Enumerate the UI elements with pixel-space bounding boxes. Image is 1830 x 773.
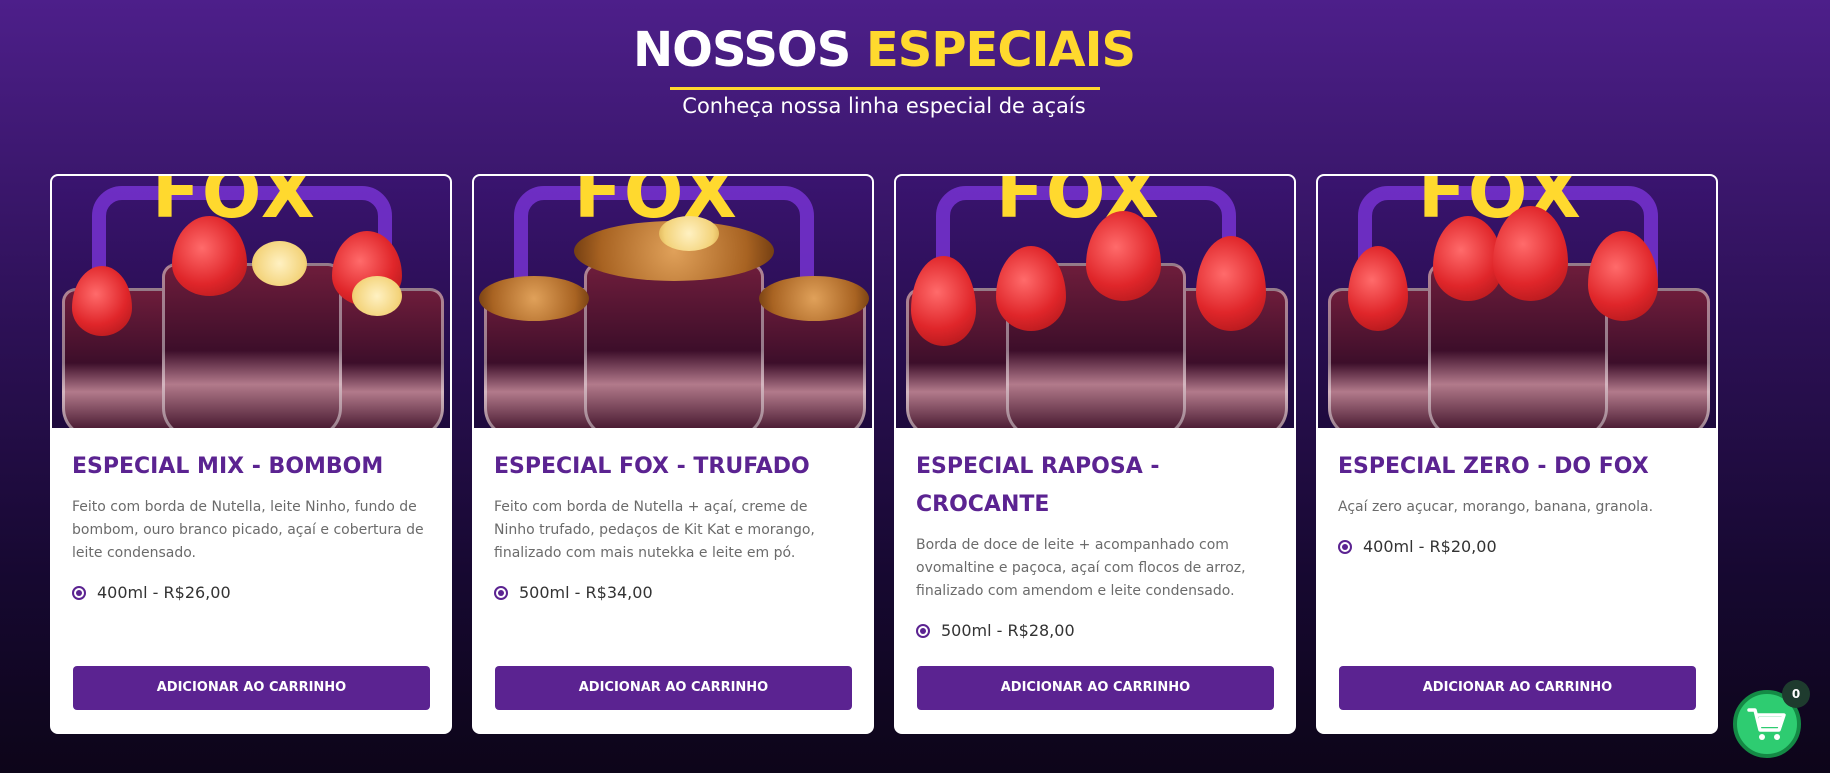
product-card: FOX ESPECIAL ZERO - DO FOX Açaí zero açu… xyxy=(1316,174,1718,734)
radio-selected-icon[interactable] xyxy=(916,623,930,638)
size-option[interactable]: 400ml - R$20,00 xyxy=(1338,537,1696,556)
product-description: Feito com borda de Nutella, leite Ninho,… xyxy=(72,499,424,561)
size-option[interactable]: 400ml - R$26,00 xyxy=(72,583,430,602)
radio-selected-icon[interactable] xyxy=(494,585,508,600)
add-to-cart-button[interactable]: ADICIONAR AO CARRINHO xyxy=(1339,666,1696,710)
banana-slice xyxy=(252,241,307,286)
acai-cup xyxy=(584,263,764,428)
product-title: ESPECIAL ZERO - DO FOX xyxy=(1338,454,1649,479)
product-card: FOX ESPECIAL RAPOSA - CROCANTE Borda de … xyxy=(894,174,1296,734)
size-option[interactable]: 500ml - R$28,00 xyxy=(916,621,1274,640)
product-image: FOX xyxy=(1318,176,1716,428)
product-description: Açaí zero açucar, morango, banana, grano… xyxy=(1338,499,1654,515)
product-card: FOX ESPECIAL MIX - BOMBOM Feito com bord… xyxy=(50,174,452,734)
product-title: ESPECIAL MIX - BOMBOM xyxy=(72,454,384,479)
product-description: Feito com borda de Nutella + açaí, creme… xyxy=(494,499,815,561)
section-title-main: NOSSOS xyxy=(632,22,867,78)
product-image: FOX xyxy=(896,176,1294,428)
title-underline xyxy=(670,87,1100,90)
cart-count-badge: 0 xyxy=(1782,680,1810,708)
size-option-label: 400ml - R$26,00 xyxy=(97,583,231,602)
brand-logo: FOX xyxy=(152,176,317,234)
banana-slice xyxy=(659,216,719,251)
section-title: NOSSOS ESPECIAIS xyxy=(0,22,1768,78)
radio-selected-icon[interactable] xyxy=(1338,539,1352,554)
shopping-cart-icon xyxy=(1747,708,1786,740)
section-subtitle: Conheça nossa linha especial de açaís xyxy=(682,94,1086,118)
product-title: ESPECIAL FOX - TRUFADO xyxy=(494,454,810,479)
granola-topping xyxy=(759,276,869,321)
size-option-label: 500ml - R$28,00 xyxy=(941,621,1075,640)
size-option[interactable]: 500ml - R$34,00 xyxy=(494,583,852,602)
add-to-cart-button[interactable]: ADICIONAR AO CARRINHO xyxy=(495,666,852,710)
size-option-label: 400ml - R$20,00 xyxy=(1363,537,1497,556)
product-description: Borda de doce de leite + acompanhado com… xyxy=(916,537,1246,599)
banana-slice xyxy=(352,276,402,316)
add-to-cart-button[interactable]: ADICIONAR AO CARRINHO xyxy=(73,666,430,710)
strawberry xyxy=(1196,236,1266,331)
product-image: FOX xyxy=(474,176,872,428)
section-title-accent: ESPECIAIS xyxy=(866,22,1136,78)
product-card: FOX ESPECIAL FOX - TRUFADO Feito com bor… xyxy=(472,174,874,734)
size-option-label: 500ml - R$34,00 xyxy=(519,583,653,602)
product-image: FOX xyxy=(52,176,450,428)
add-to-cart-button[interactable]: ADICIONAR AO CARRINHO xyxy=(917,666,1274,710)
product-title: ESPECIAL RAPOSA - CROCANTE xyxy=(916,454,1160,517)
granola-topping xyxy=(479,276,589,321)
radio-selected-icon[interactable] xyxy=(72,585,86,600)
